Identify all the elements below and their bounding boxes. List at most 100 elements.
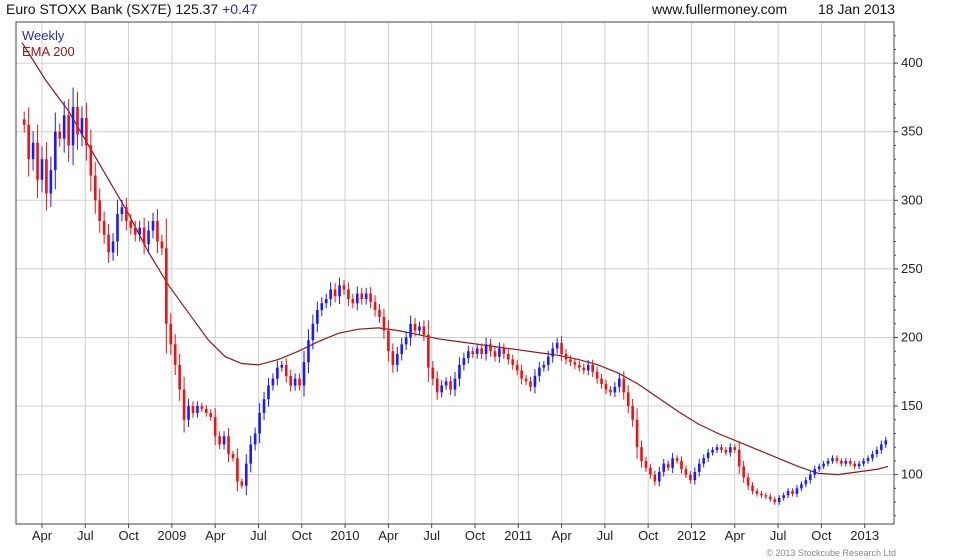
candle [240,478,244,489]
candle [666,460,670,471]
candle-body [604,384,608,390]
candle [573,358,577,369]
candle-body [791,491,794,494]
candle-body [866,458,870,461]
ema-layer [21,42,889,476]
candle-body [635,419,639,448]
candle [333,283,337,303]
candle [631,398,634,427]
candle-body [684,469,688,475]
candle-body [80,118,84,135]
candle-body [737,449,741,467]
candle [62,101,66,153]
x-tick-label: 2013 [850,528,879,543]
candle-body [125,207,128,221]
candle-body [89,145,93,176]
candle [244,454,248,496]
candle-body [689,474,692,481]
candle [702,454,705,468]
candle-body [107,234,110,253]
candle [395,346,399,372]
candle [697,458,701,477]
candle-body [813,469,817,475]
candle [298,373,301,391]
candle-body [147,230,150,245]
candle [453,371,457,397]
candle [653,470,657,486]
candle [804,477,808,488]
candle [529,376,532,392]
candle [671,452,674,473]
candle [404,331,408,351]
candle-body [626,392,630,407]
x-tick-label: 2011 [504,528,532,543]
candle-body [200,406,204,409]
candle-body [618,378,621,387]
candle-body [409,323,412,338]
candle [764,492,768,500]
candle-body [546,356,550,365]
candle [280,360,284,372]
candle-body [720,447,723,450]
candle [236,448,239,492]
candle [80,106,84,147]
candle [329,282,332,307]
candle-body [880,444,883,450]
candle-body [231,454,235,459]
candle [458,357,461,387]
candle-body [506,353,510,360]
candle [484,337,488,361]
candle [76,91,79,150]
x-tick-label: 2012 [677,528,706,543]
candle-body [857,463,861,467]
x-tick-label: Jul [250,528,267,543]
candle [227,428,230,463]
candle [737,442,741,474]
candle-body [493,351,497,357]
candle-body [804,480,808,485]
y-tick-label: 100 [901,467,923,482]
x-tick-label: Apr [551,528,572,543]
candle [560,336,563,361]
candle-body [622,378,626,393]
candle-body [27,124,30,160]
candle [786,488,790,499]
candle-body [884,440,888,445]
candle-body [111,241,115,253]
candle [506,348,510,365]
candle [316,301,319,333]
y-tick-label: 150 [901,398,923,413]
candle-body [378,310,381,317]
candle-body [400,344,404,354]
candle [755,488,759,497]
candle [196,401,199,418]
candle [382,308,386,339]
candle-body [817,466,821,470]
candle [635,408,639,459]
candle-body [808,474,812,481]
candle [205,404,208,417]
candle-body [58,131,62,139]
candle-body [142,227,146,245]
candle-body [782,495,785,498]
candle [449,375,452,396]
candle-body [182,389,186,420]
candle [524,374,528,386]
candles-layer [22,87,888,505]
candle-body [76,107,79,135]
candle [444,377,448,390]
x-tick-label: Apr [205,528,226,543]
candle [31,131,35,171]
candle-body [316,310,319,324]
candle-body [462,358,466,365]
candle-body [595,371,599,379]
candle [613,382,617,397]
candle-body [702,458,705,464]
candle-body [258,412,261,434]
candle-body [129,220,133,228]
candle [40,146,44,193]
candle-body [431,367,435,379]
candle-body [151,220,155,231]
candle-body [40,159,44,180]
candle-body [156,220,159,242]
